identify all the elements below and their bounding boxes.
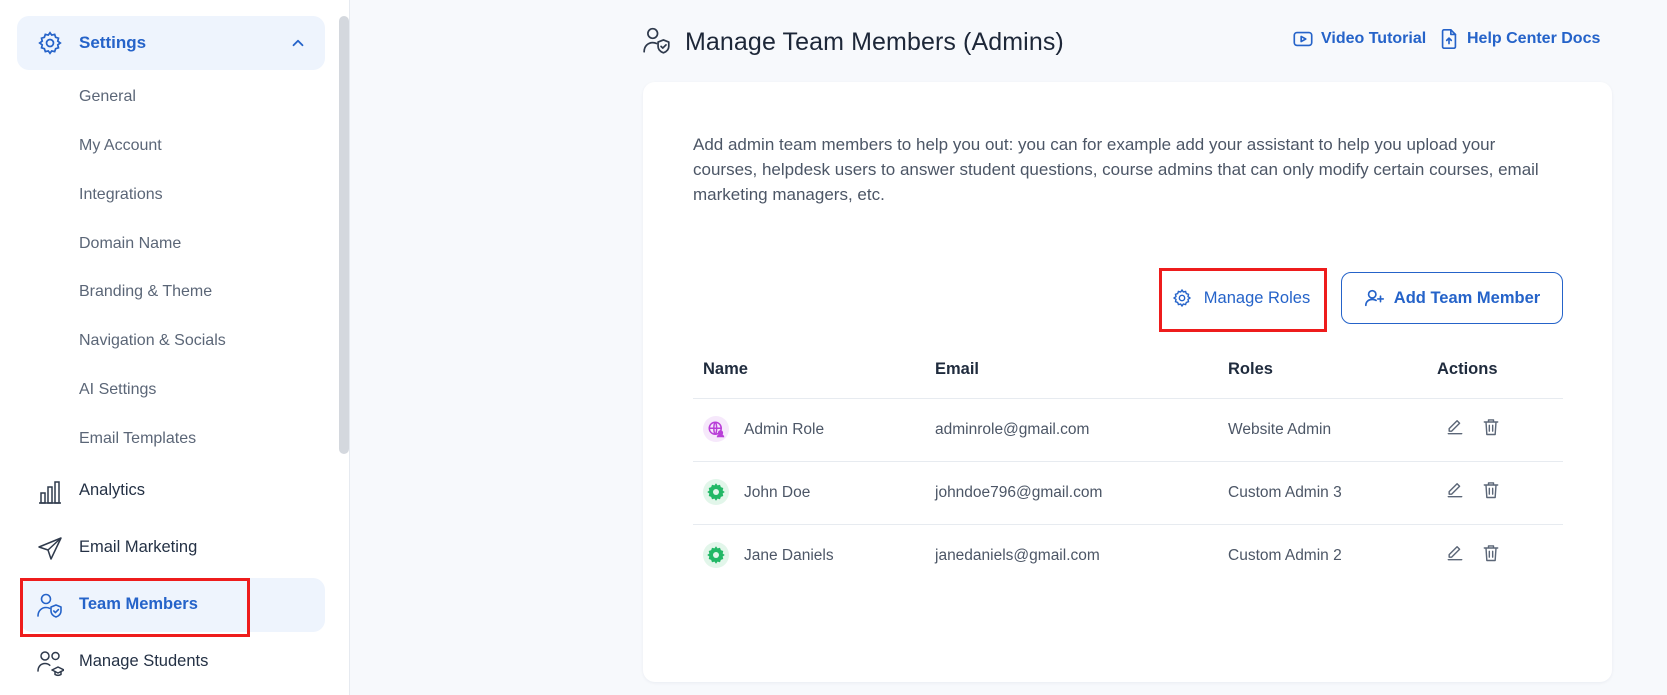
user-shield-icon — [643, 27, 670, 54]
member-email: johndoe796@gmail.com — [935, 484, 1103, 501]
add-user-icon — [1364, 289, 1384, 307]
sidebar-item-email-marketing[interactable]: Email Marketing — [0, 521, 325, 575]
sidebar-item-label: Team Members — [79, 595, 198, 613]
member-role: Website Admin — [1228, 421, 1332, 438]
member-name: Admin Role — [744, 421, 825, 438]
manage-roles-button[interactable]: Manage Roles — [1161, 270, 1321, 326]
member-role: Custom Admin 2 — [1228, 547, 1342, 564]
sidebar-subitem-ai-settings[interactable]: AI Settings — [79, 381, 156, 399]
sidebar-subitem-branding-theme[interactable]: Branding & Theme — [79, 283, 212, 301]
sidebar-subitem-general[interactable]: General — [79, 88, 136, 106]
paper-plane-icon — [38, 537, 62, 560]
sidebar-item-analytics[interactable]: Analytics — [0, 464, 325, 518]
sidebar-item-label: Manage Students — [79, 652, 209, 670]
chevron-up-icon[interactable] — [289, 34, 307, 52]
sidebar-subitem-my-account[interactable]: My Account — [79, 137, 162, 155]
video-tutorial-link[interactable]: Video Tutorial — [1292, 28, 1426, 50]
column-header-actions: Actions — [1437, 360, 1498, 378]
trash-icon[interactable] — [1481, 543, 1501, 563]
sidebar-item-team-members[interactable]: Team Members — [20, 578, 325, 632]
member-name: John Doe — [744, 484, 811, 501]
table-row: Jane Daniels janedaniels@gmail.com Custo… — [693, 524, 1563, 587]
sidebar-subitem-integrations[interactable]: Integrations — [79, 186, 163, 204]
edit-icon[interactable] — [1445, 480, 1465, 500]
sidebar-item-settings[interactable]: Settings — [17, 16, 325, 70]
trash-icon[interactable] — [1481, 480, 1501, 500]
edit-icon[interactable] — [1445, 417, 1465, 437]
page-title: Manage Team Members (Admins) — [685, 28, 1064, 56]
document-icon — [1441, 29, 1457, 49]
sidebar-item-label: Analytics — [79, 481, 146, 499]
manage-roles-label: Manage Roles — [1203, 288, 1311, 307]
add-team-member-label: Add Team Member — [1393, 288, 1541, 307]
help-center-docs-link[interactable]: Help Center Docs — [1438, 28, 1600, 50]
sidebar-subitem-domain-name[interactable]: Domain Name — [79, 235, 181, 253]
member-role: Custom Admin 3 — [1228, 484, 1342, 501]
sidebar-item-label: Settings — [79, 33, 147, 52]
table-row: John Doe johndoe796@gmail.com Custom Adm… — [693, 461, 1563, 524]
gear-icon — [38, 31, 62, 55]
students-icon — [37, 651, 64, 676]
user-shield-icon — [37, 593, 62, 618]
edit-icon[interactable] — [1445, 543, 1465, 563]
member-name: Jane Daniels — [744, 547, 834, 564]
bar-chart-icon — [39, 481, 61, 504]
add-team-member-button[interactable]: Add Team Member — [1341, 272, 1563, 324]
table-row: Admin Role adminrole@gmail.com Website A… — [693, 398, 1563, 461]
column-header-roles[interactable]: Roles — [1228, 360, 1273, 379]
gear-icon — [703, 479, 729, 505]
sidebar-item-label: Email Marketing — [79, 538, 198, 556]
sidebar-scrollbar[interactable] — [339, 16, 349, 454]
sidebar-subitem-navigation-socials[interactable]: Navigation & Socials — [79, 332, 226, 350]
gear-icon — [1172, 288, 1191, 308]
intro-text: Add admin team members to help you out: … — [693, 135, 1539, 204]
video-play-icon — [1293, 31, 1313, 47]
sidebar: Settings General My Account Integrations… — [0, 0, 350, 695]
column-header-email[interactable]: Email — [935, 360, 979, 379]
sidebar-subitem-email-templates[interactable]: Email Templates — [79, 430, 196, 448]
sidebar-item-manage-students[interactable]: Manage Students — [0, 635, 325, 689]
gear-icon — [703, 542, 729, 568]
video-tutorial-label: Video Tutorial — [1321, 30, 1427, 47]
help-center-docs-label: Help Center Docs — [1467, 30, 1601, 47]
globe-user-icon — [703, 416, 729, 442]
member-email: adminrole@gmail.com — [935, 421, 1090, 438]
member-email: janedaniels@gmail.com — [935, 547, 1100, 564]
trash-icon[interactable] — [1481, 417, 1501, 437]
column-header-name[interactable]: Name — [703, 360, 748, 379]
team-members-card: Add admin team members to help you out: … — [643, 82, 1612, 682]
